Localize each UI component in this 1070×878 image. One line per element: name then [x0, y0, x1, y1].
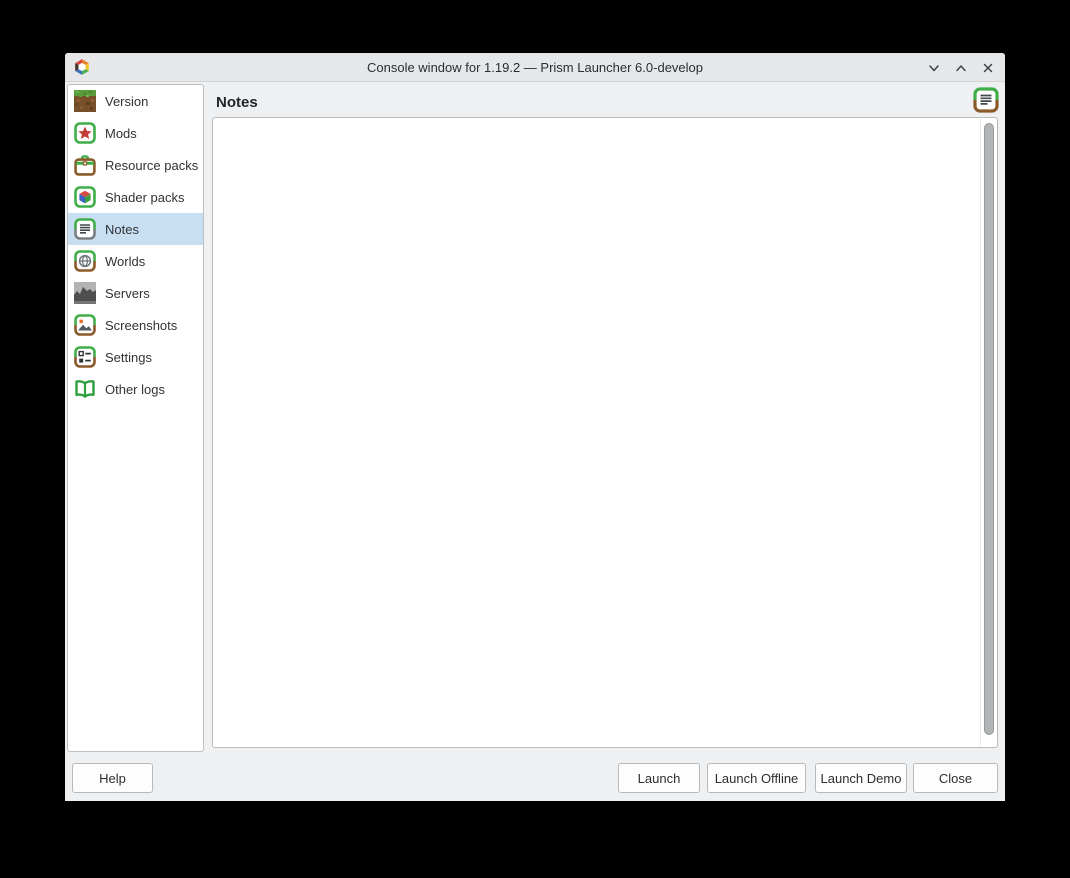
grass-block-icon — [73, 89, 97, 113]
minimize-button[interactable] — [927, 61, 941, 75]
editor-scrollbar[interactable] — [980, 119, 996, 746]
server-photo-icon — [73, 281, 97, 305]
notes-editor-text[interactable] — [213, 118, 980, 747]
maximize-button[interactable] — [954, 61, 968, 75]
editor-scrollbar-thumb[interactable] — [984, 123, 994, 735]
sidebar-item-label: Servers — [105, 286, 150, 301]
notes-page-icon — [973, 87, 999, 113]
sidebar-item-servers[interactable]: Servers — [68, 277, 203, 309]
help-button[interactable]: Help — [72, 763, 153, 793]
star-icon — [73, 121, 97, 145]
sidebar-item-worlds[interactable]: Worlds — [68, 245, 203, 277]
sidebar-item-settings[interactable]: Settings — [68, 341, 203, 373]
sidebar-item-label: Notes — [105, 222, 139, 237]
globe-icon — [73, 249, 97, 273]
image-icon — [73, 313, 97, 337]
titlebar[interactable]: Console window for 1.19.2 — Prism Launch… — [65, 53, 1005, 82]
launch-offline-button[interactable]: Launch Offline — [707, 763, 806, 793]
sidebar-item-shader-packs[interactable]: Shader packs — [68, 181, 203, 213]
sidebar-item-other-logs[interactable]: Other logs — [68, 373, 203, 405]
launch-demo-button[interactable]: Launch Demo — [815, 763, 907, 793]
sidebar-item-screenshots[interactable]: Screenshots — [68, 309, 203, 341]
briefcase-icon — [73, 153, 97, 177]
notes-editor[interactable] — [212, 117, 998, 748]
window-title: Console window for 1.19.2 — Prism Launch… — [65, 60, 1005, 75]
sidebar-item-mods[interactable]: Mods — [68, 117, 203, 149]
launch-button[interactable]: Launch — [618, 763, 700, 793]
settings-list-icon — [73, 345, 97, 369]
sidebar-item-label: Screenshots — [105, 318, 177, 333]
sidebar-item-label: Other logs — [105, 382, 165, 397]
sidebar-item-label: Shader packs — [105, 190, 185, 205]
sidebar-item-label: Settings — [105, 350, 152, 365]
close-button[interactable] — [981, 61, 995, 75]
close-dialog-button[interactable]: Close — [913, 763, 998, 793]
sidebar-item-version[interactable]: Version — [68, 85, 203, 117]
page-sidebar: Version Mods — [67, 84, 204, 752]
sidebar-item-label: Resource packs — [105, 158, 198, 173]
note-icon — [73, 217, 97, 241]
open-book-icon — [73, 377, 97, 401]
sidebar-item-label: Mods — [105, 126, 137, 141]
sidebar-item-label: Worlds — [105, 254, 145, 269]
sidebar-item-label: Version — [105, 94, 148, 109]
cube-icon — [73, 185, 97, 209]
desktop-background: Console window for 1.19.2 — Prism Launch… — [0, 0, 1070, 878]
page-title: Notes — [216, 94, 258, 111]
sidebar-item-resource-packs[interactable]: Resource packs — [68, 149, 203, 181]
sidebar-item-notes[interactable]: Notes — [68, 213, 203, 245]
console-window: Console window for 1.19.2 — Prism Launch… — [65, 53, 1005, 801]
